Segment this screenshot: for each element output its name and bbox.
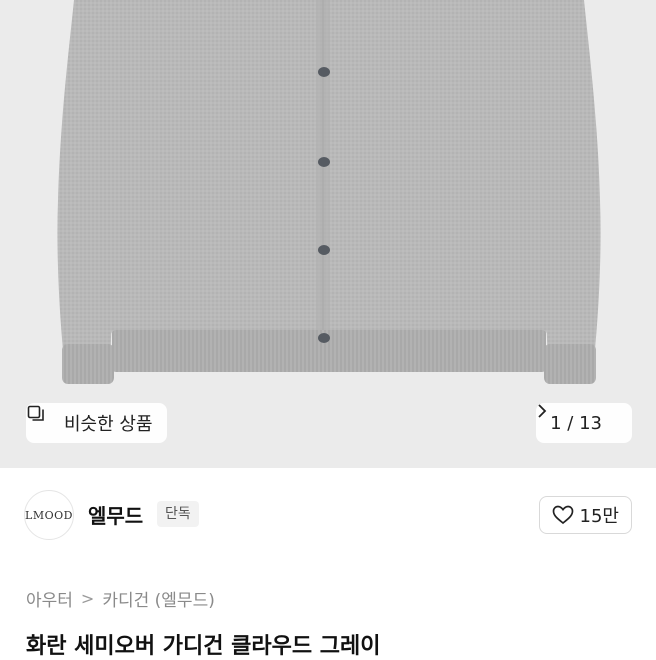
breadcrumb: 아우터 > 카디건 (엘무드) <box>26 586 215 611</box>
similar-items-label: 비슷한 상품 <box>64 414 153 435</box>
brand-name[interactable]: 엘무드 <box>88 500 143 529</box>
like-count: 15만 <box>579 506 619 527</box>
product-image <box>57 0 601 384</box>
heart-icon <box>552 505 574 525</box>
exclusive-badge: 단독 <box>157 501 199 527</box>
like-button[interactable]: 15만 <box>538 496 632 534</box>
product-image-carousel[interactable]: 비슷한 상품 1 / 13 <box>0 0 656 468</box>
image-counter-button[interactable]: 1 / 13 <box>536 403 632 443</box>
chevron-right-icon <box>538 404 622 431</box>
breadcrumb-subcategory[interactable]: 카디건 (엘무드) <box>102 586 215 611</box>
brand-logo[interactable]: LMOOD <box>24 490 74 540</box>
brand-logo-text: LMOOD <box>25 508 73 522</box>
image-counter: 1 / 13 <box>550 412 602 434</box>
similar-items-button[interactable]: 비슷한 상품 <box>26 403 167 443</box>
similar-items-icon <box>27 405 58 433</box>
breadcrumb-category[interactable]: 아우터 <box>26 586 73 611</box>
product-title: 화란 세미오버 가디건 클라우드 그레이 <box>26 634 381 659</box>
breadcrumb-separator: > <box>80 589 95 608</box>
brand-row: LMOOD 엘무드 단독 15만 <box>0 484 656 544</box>
